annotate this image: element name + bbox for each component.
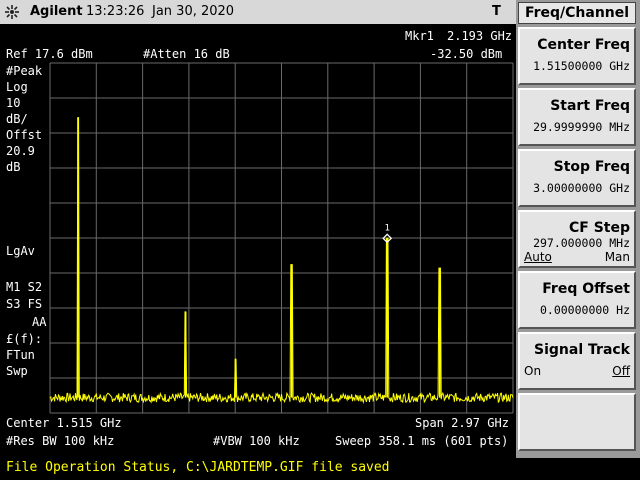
- cf-step-man-option: Man: [604, 250, 630, 264]
- marker-number: 1: [384, 223, 389, 233]
- signal-track-label: Signal Track: [534, 342, 630, 358]
- spectrum-plot: 1: [49, 62, 514, 414]
- menu-title: Freq/Channel: [518, 2, 636, 24]
- start-freq-label: Start Freq: [550, 98, 630, 114]
- cf-step-button[interactable]: CF Step 297.000000 MHz Auto Man: [518, 210, 636, 268]
- freq-offset-value: 0.00000000 Hz: [539, 303, 630, 317]
- resolution-bandwidth: #Res BW 100 kHz: [6, 434, 115, 448]
- span-value: Span 2.97 GHz: [415, 416, 509, 430]
- center-freq-button[interactable]: Center Freq 1.51500000 GHz: [518, 27, 636, 85]
- status-bar: File Operation Status, C:\JARDTEMP.GIF f…: [0, 458, 640, 480]
- freq-offset-label: Freq Offset: [542, 281, 630, 297]
- stop-freq-label: Stop Freq: [553, 159, 630, 175]
- start-freq-button[interactable]: Start Freq 29.9999990 MHz: [518, 88, 636, 146]
- video-bandwidth: #VBW 100 kHz: [213, 434, 300, 448]
- file-status-message: File Operation Status, C:\JARDTEMP.GIF f…: [6, 460, 390, 475]
- stop-freq-button[interactable]: Stop Freq 3.00000000 GHz: [518, 149, 636, 207]
- cf-step-label: CF Step: [568, 220, 630, 236]
- blank-softkey[interactable]: [518, 393, 636, 451]
- center-freq-value: 1.51500000 GHz: [533, 59, 630, 73]
- stop-freq-value: 3.00000000 GHz: [533, 181, 630, 195]
- signal-track-on-option: On: [524, 364, 542, 378]
- center-frequency: Center 1.515 GHz: [6, 416, 122, 430]
- center-freq-label: Center Freq: [537, 37, 630, 53]
- cf-step-auto-option: Auto: [524, 250, 552, 264]
- cf-step-value: 297.000000 MHz: [533, 236, 630, 250]
- sweep-time: Sweep 358.1 ms (601 pts): [335, 434, 509, 448]
- signal-track-button[interactable]: Signal Track On Off: [518, 332, 636, 390]
- graticule: [49, 62, 514, 414]
- signal-track-off-option: Off: [612, 364, 630, 378]
- start-freq-value: 29.9999990 MHz: [533, 120, 630, 134]
- freq-offset-button[interactable]: Freq Offset 0.00000000 Hz: [518, 271, 636, 329]
- analyzer-screen: Agilent 13:23:26 Jan 30, 2020 T Mkr1 2.1…: [0, 0, 516, 458]
